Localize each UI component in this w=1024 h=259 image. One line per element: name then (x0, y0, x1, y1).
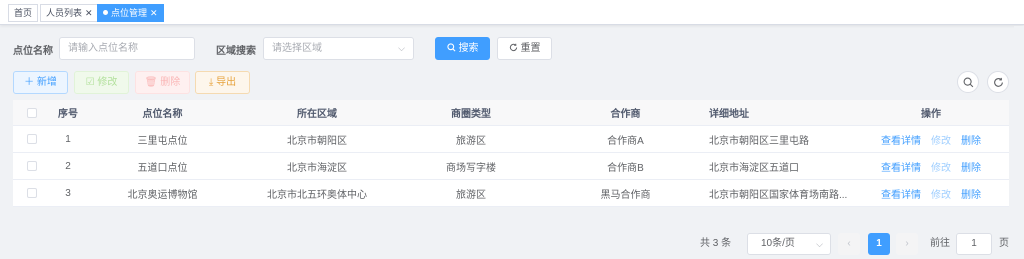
delete-link[interactable]: 删除 (961, 186, 981, 201)
next-page-button[interactable]: › (896, 233, 918, 255)
row-address: 北京市海淀区五道口 (709, 162, 799, 174)
edit-button[interactable]: ☑ 修改 (74, 71, 129, 94)
header-name: 点位名称 (142, 109, 183, 120)
row-type: 商场写字楼 (446, 162, 496, 174)
row-checkbox[interactable] (27, 188, 37, 198)
row-name: 三里屯点位 (137, 135, 188, 147)
page-size-select[interactable]: 10条/页 ⌵ (747, 233, 831, 255)
header-partner: 合作商 (610, 109, 641, 120)
row-partner: 合作商A (607, 135, 644, 147)
header-area: 所在区域 (297, 109, 337, 120)
row-checkbox[interactable] (27, 161, 37, 171)
delete-link[interactable]: 删除 (961, 132, 981, 147)
header-type: 商圈类型 (451, 109, 491, 120)
search-button[interactable]: 搜索 (435, 37, 490, 60)
row-partner: 黑马合作商 (600, 189, 651, 201)
header-index: 序号 (58, 109, 78, 120)
chevron-down-icon: ⌵ (816, 239, 823, 249)
select-all-checkbox[interactable] (27, 107, 37, 118)
refresh-icon (994, 77, 1003, 87)
table-row: 3 北京奥运博物馆 北京市北五环奥体中心 旅游区 黑马合作商 北京市朝阳区国家体… (13, 180, 1009, 207)
trash-icon: 🗑 (144, 77, 158, 88)
row-address: 北京市朝阳区三里屯路 (709, 135, 809, 147)
edit-link[interactable]: 修改 (931, 186, 951, 201)
area-select[interactable]: 请选择区域 ⌵ (263, 37, 414, 60)
add-button[interactable]: ＋ 新增 (13, 71, 68, 94)
edit-link[interactable]: 修改 (931, 132, 951, 147)
tag-point-management[interactable]: 点位管理 ✕ (97, 4, 164, 22)
download-icon: ⤓ (208, 77, 214, 88)
row-partner: 合作商B (607, 162, 644, 174)
table-row: 2 五道口点位 北京市海淀区 商场写字楼 合作商B 北京市海淀区五道口 查看详情… (13, 153, 1009, 180)
tag-person-list[interactable]: 人员列表 ✕ (40, 4, 99, 22)
table-row: 1 三里屯点位 北京市朝阳区 旅游区 合作商A 北京市朝阳区三里屯路 查看详情修… (13, 126, 1009, 153)
edit-link[interactable]: 修改 (931, 159, 951, 174)
name-label: 点位名称 (13, 46, 53, 57)
table-header-row: 序号 点位名称 所在区域 商圈类型 合作商 详细地址 操作 (13, 100, 1009, 126)
name-search-input[interactable]: 请输入点位名称 (59, 37, 195, 60)
close-icon[interactable]: ✕ (85, 8, 93, 18)
goto-label: 前往 (930, 238, 950, 249)
prev-page-button[interactable]: ‹ (838, 233, 860, 255)
tags-view-bar: 首页 人员列表 ✕ 点位管理 ✕ (0, 0, 1024, 25)
tag-home[interactable]: 首页 (8, 4, 39, 22)
pagination-total: 共 3 条 (700, 238, 732, 249)
chevron-left-icon: ‹ (847, 238, 851, 249)
page-number-current[interactable]: 1 (868, 233, 890, 255)
row-name: 北京奥运博物馆 (127, 189, 198, 201)
row-type: 旅游区 (456, 189, 486, 201)
export-button[interactable]: ⤓ 导出 (195, 71, 250, 94)
row-index: 3 (65, 187, 71, 199)
header-address: 详细地址 (709, 109, 749, 120)
row-address: 北京市朝阳区国家体育场南路... (709, 189, 848, 201)
page-unit-label: 页 (999, 238, 1009, 249)
view-detail-link[interactable]: 查看详情 (881, 159, 921, 174)
area-label: 区域搜索 (216, 46, 256, 57)
row-area: 北京市北五环奥体中心 (267, 189, 367, 201)
chevron-right-icon: › (905, 238, 909, 249)
search-icon (963, 77, 974, 88)
row-name: 五道口点位 (137, 162, 188, 174)
chevron-down-icon: ⌵ (398, 43, 405, 53)
view-detail-link[interactable]: 查看详情 (881, 186, 921, 201)
close-icon[interactable]: ✕ (150, 8, 158, 18)
plus-icon: ＋ (24, 77, 35, 88)
point-table: 序号 点位名称 所在区域 商圈类型 合作商 详细地址 操作 1 三里屯点位 北京… (13, 100, 1009, 207)
row-type: 旅游区 (456, 135, 486, 147)
delete-button[interactable]: 🗑 删除 (135, 71, 190, 94)
toggle-search-button[interactable] (957, 71, 979, 93)
row-actions: 查看详情 修改 删除 (869, 180, 993, 206)
row-actions: 查看详情 修改 删除 (869, 126, 993, 152)
vertical-scrollbar[interactable] (1014, 26, 1024, 259)
search-icon (446, 43, 455, 52)
refresh-table-button[interactable] (987, 71, 1009, 93)
reset-button[interactable]: 重置 (497, 37, 552, 60)
view-detail-link[interactable]: 查看详情 (881, 132, 921, 147)
row-checkbox[interactable] (27, 134, 37, 144)
row-index: 2 (65, 160, 71, 172)
row-area: 北京市海淀区 (287, 162, 347, 174)
refresh-icon (509, 43, 517, 52)
goto-page-input[interactable]: 1 (956, 233, 992, 255)
active-dot-icon (103, 10, 108, 15)
delete-link[interactable]: 删除 (961, 159, 981, 174)
header-actions: 操作 (921, 109, 941, 120)
edit-icon: ☑ (85, 77, 95, 88)
row-area: 北京市朝阳区 (287, 135, 347, 147)
row-index: 1 (65, 133, 71, 145)
row-actions: 查看详情 修改 删除 (869, 153, 993, 179)
